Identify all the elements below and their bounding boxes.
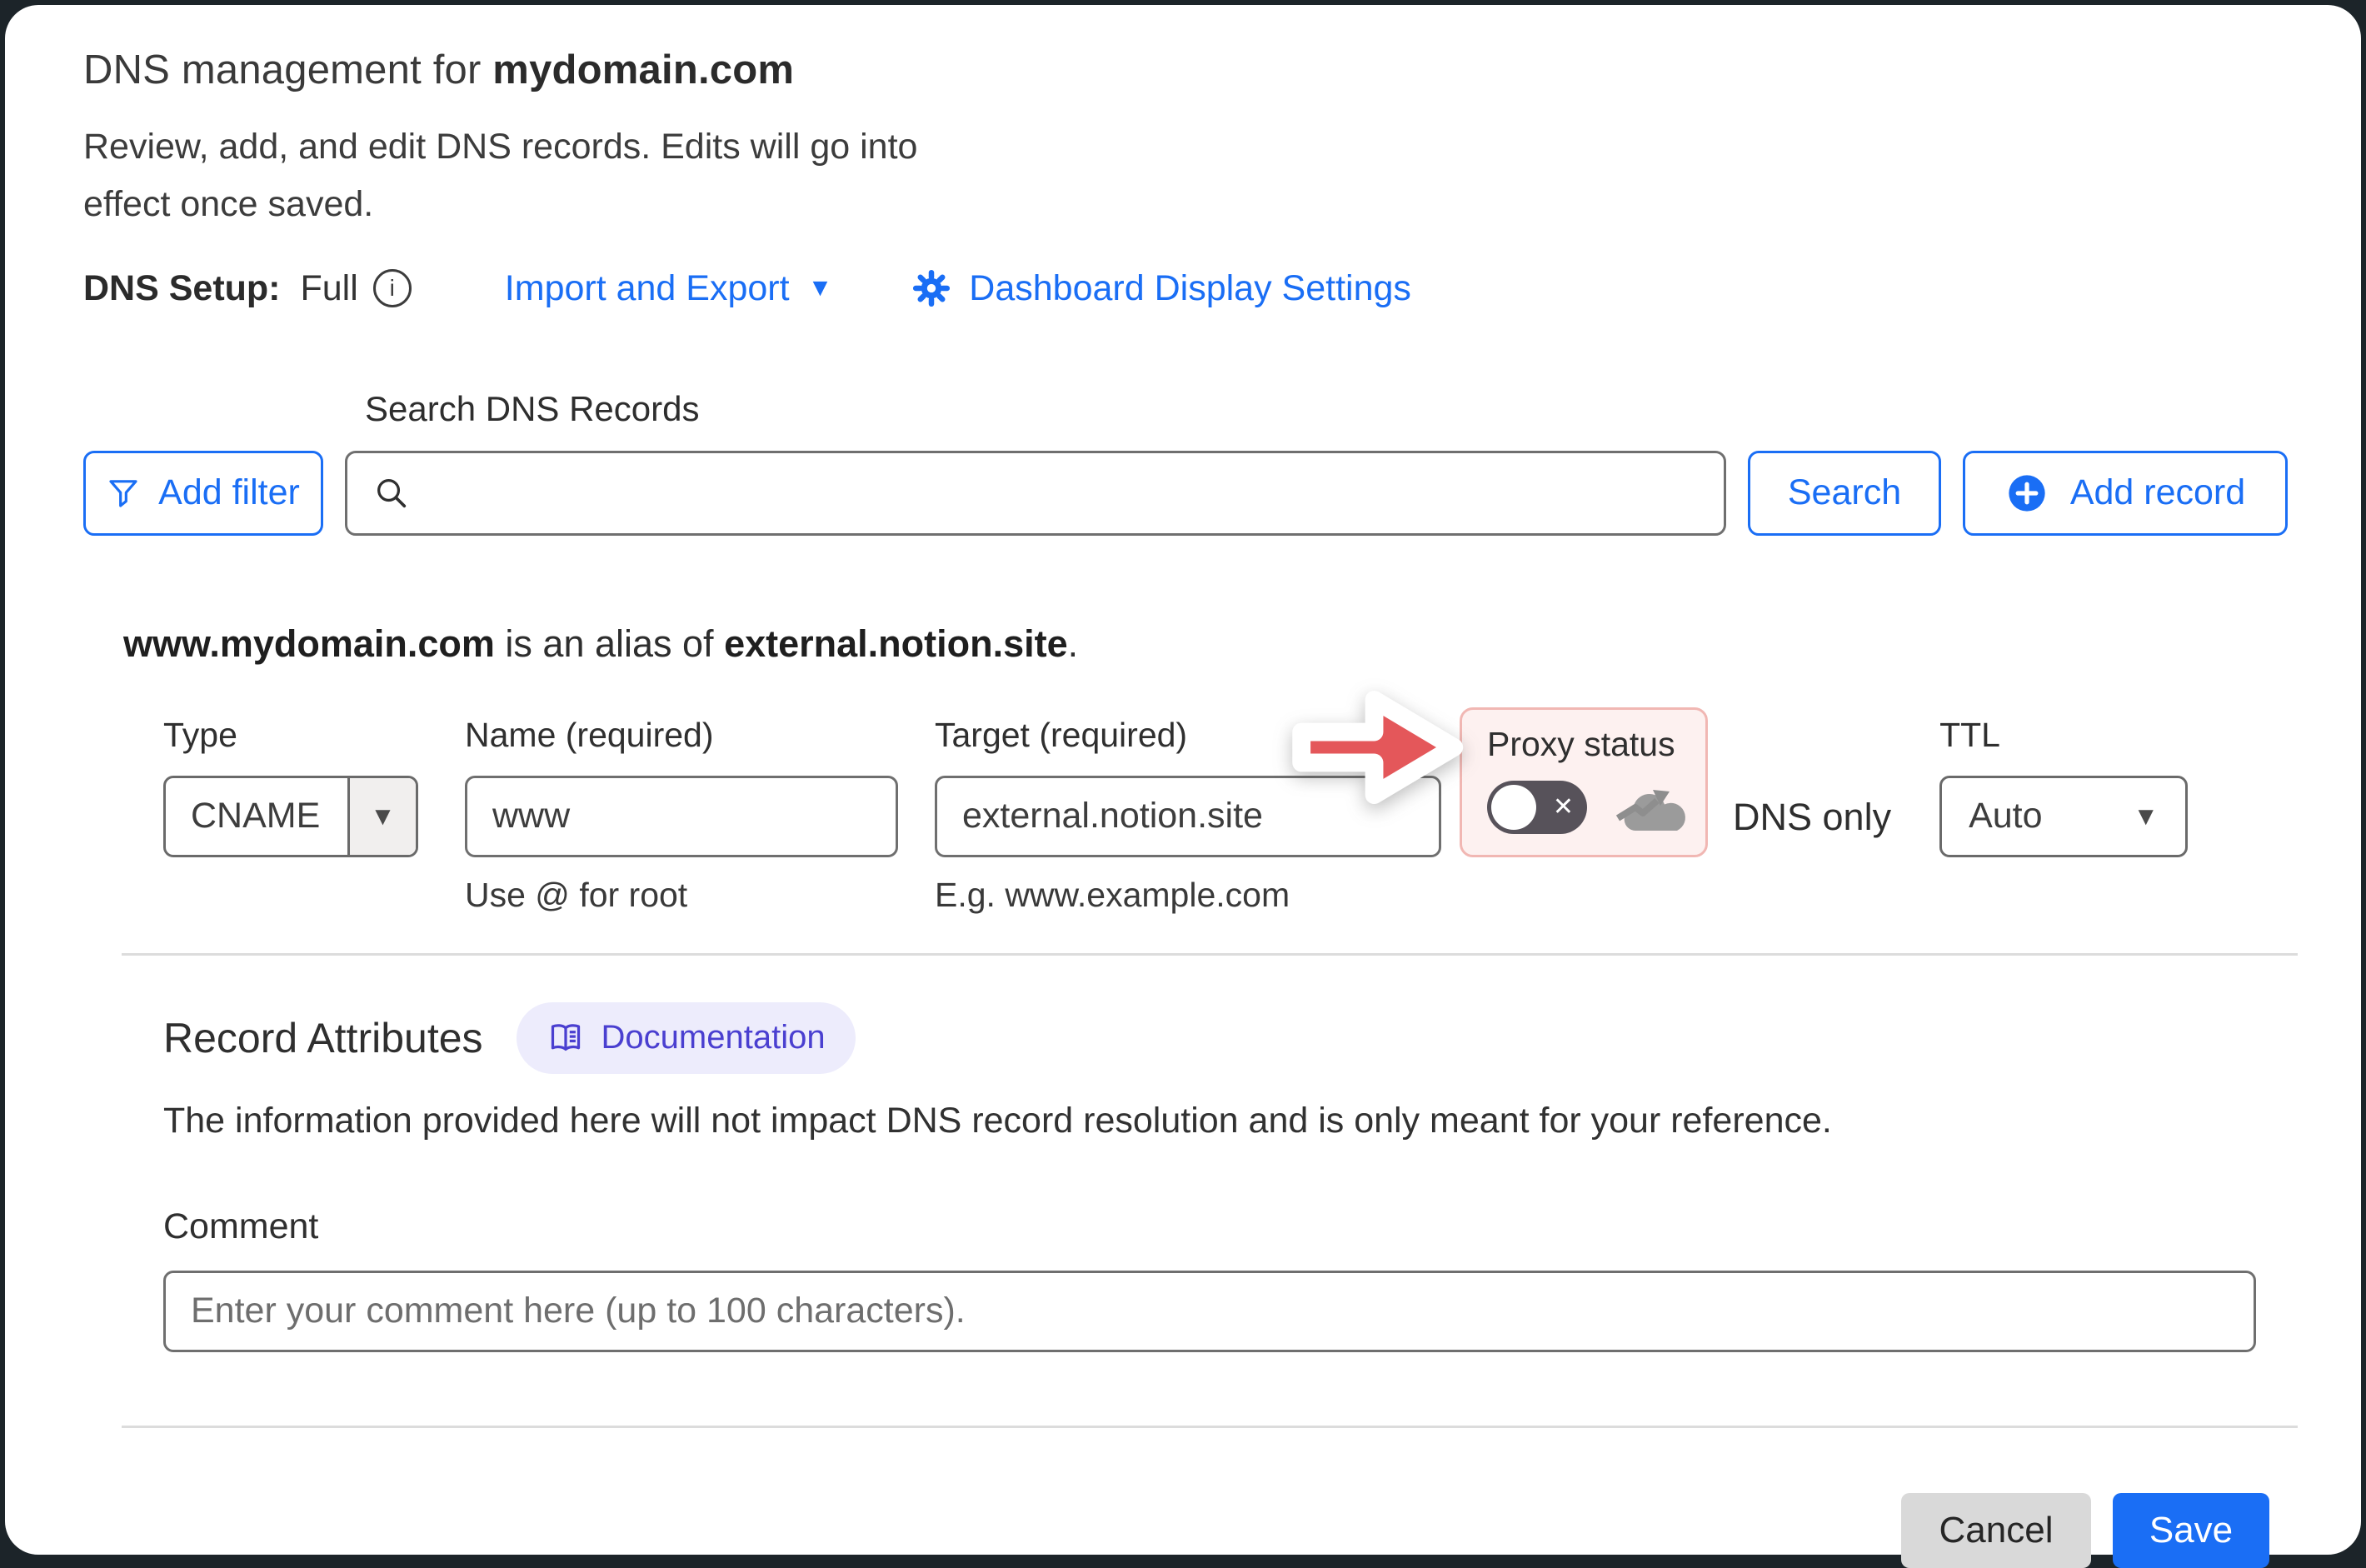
search-section: Search DNS Records Add filter Search: [83, 389, 2288, 536]
divider: [122, 1426, 2298, 1428]
name-field: Name (required) Use @ for root: [465, 716, 898, 915]
footer-actions: Cancel Save: [83, 1493, 2288, 1568]
search-controls-row: Add filter Search Add record: [83, 451, 2288, 536]
comment-input[interactable]: [163, 1271, 2256, 1352]
cloud-dns-only-icon: [1614, 781, 1692, 834]
target-label: Target (required): [935, 716, 1441, 756]
add-record-button[interactable]: Add record: [1963, 451, 2288, 536]
page-background: { "header": { "title_prefix": "DNS manag…: [0, 0, 2366, 1560]
type-label: Type: [163, 716, 418, 756]
open-book-icon: [547, 1019, 585, 1057]
filter-funnel-icon: [107, 477, 140, 510]
search-icon: [372, 474, 411, 512]
search-button-label: Search: [1788, 472, 1901, 513]
gear-icon: [912, 269, 951, 307]
name-helper-text: Use @ for root: [465, 876, 898, 915]
type-field: Type CNAME ▼: [163, 716, 418, 857]
cancel-button-label: Cancel: [1939, 1510, 2054, 1551]
add-record-label: Add record: [2070, 472, 2245, 513]
page-title-prefix: DNS management for: [83, 47, 492, 92]
ttl-label: TTL: [1939, 716, 2188, 756]
target-field: Target (required) E.g. www.example.com: [935, 716, 1441, 915]
target-helper-text: E.g. www.example.com: [935, 876, 1441, 915]
proxy-status-controls: ✕: [1487, 781, 1705, 834]
alias-period: .: [1068, 622, 1079, 665]
search-input-container: [345, 451, 1726, 536]
name-label: Name (required): [465, 716, 898, 756]
save-button[interactable]: Save: [2113, 1493, 2269, 1568]
ttl-field: TTL Auto ▼: [1939, 716, 2188, 857]
chevron-down-icon: ▼: [2133, 801, 2159, 831]
record-attributes-description: The information provided here will not i…: [163, 1101, 2288, 1141]
plus-circle-icon: [2005, 472, 2049, 515]
record-form-row: Type CNAME ▼ Name (required) Use @ for r…: [163, 716, 2288, 915]
name-input[interactable]: [465, 776, 898, 857]
info-icon[interactable]: i: [373, 269, 412, 307]
proxy-status-text: DNS only: [1733, 796, 1891, 839]
proxy-status-highlight-box: Proxy status ✕: [1460, 707, 1708, 857]
dashboard-display-settings-label: Dashboard Display Settings: [969, 268, 1411, 309]
type-select-value: CNAME: [166, 778, 347, 855]
cancel-button[interactable]: Cancel: [1901, 1493, 2091, 1568]
page-title: DNS management for mydomain.com: [83, 47, 2288, 93]
dns-setup-label: DNS Setup:: [83, 268, 281, 309]
record-attributes-heading: Record Attributes: [163, 1014, 483, 1062]
documentation-badge-link[interactable]: Documentation: [517, 1002, 856, 1074]
search-button[interactable]: Search: [1748, 451, 1941, 536]
chevron-down-icon: ▼: [808, 274, 833, 302]
page-title-domain: mydomain.com: [492, 47, 794, 92]
add-filter-label: Add filter: [158, 472, 300, 513]
comment-section: Comment: [163, 1206, 2288, 1352]
page-subtitle: Review, add, and edit DNS records. Edits…: [83, 118, 971, 233]
dns-setup-value: Full: [301, 268, 358, 309]
proxy-toggle-knob: [1491, 785, 1536, 830]
dns-management-panel: DNS management for mydomain.com Review, …: [5, 5, 2361, 1555]
record-attributes-heading-row: Record Attributes Documentation: [163, 1002, 2288, 1074]
chevron-down-icon: ▼: [370, 801, 396, 831]
proxy-status-label: Proxy status: [1487, 725, 1705, 764]
proxy-toggle[interactable]: ✕: [1487, 781, 1587, 834]
documentation-badge-label: Documentation: [601, 1019, 826, 1056]
comment-input-wrapper: [163, 1271, 2256, 1352]
comment-label: Comment: [163, 1206, 2288, 1247]
toggle-off-x-icon: ✕: [1553, 791, 1574, 821]
target-input[interactable]: [935, 776, 1441, 857]
ttl-select-value: Auto: [1969, 796, 2042, 836]
divider: [122, 953, 2298, 956]
proxy-status-field: Proxy status ✕: [1460, 707, 1708, 857]
ttl-select[interactable]: Auto ▼: [1939, 776, 2188, 857]
import-export-label: Import and Export: [505, 268, 790, 309]
search-input[interactable]: [431, 473, 1699, 513]
alias-target: external.notion.site: [724, 622, 1068, 665]
import-export-link[interactable]: Import and Export ▼: [505, 268, 832, 309]
alias-description: www.mydomain.com is an alias of external…: [123, 622, 2288, 666]
alias-middle-text: is an alias of: [495, 622, 724, 665]
alias-source: www.mydomain.com: [123, 622, 495, 665]
dashboard-display-settings-link[interactable]: Dashboard Display Settings: [912, 268, 1411, 309]
add-filter-button[interactable]: Add filter: [83, 451, 323, 536]
search-dns-records-label: Search DNS Records: [365, 389, 2288, 429]
dns-setup-row: DNS Setup: Full i Import and Export ▼: [83, 268, 2288, 309]
type-select-caret: ▼: [347, 778, 416, 855]
record-attributes-section: Record Attributes Documentation The info…: [163, 1002, 2288, 1141]
type-select[interactable]: CNAME ▼: [163, 776, 418, 857]
save-button-label: Save: [2149, 1510, 2233, 1551]
